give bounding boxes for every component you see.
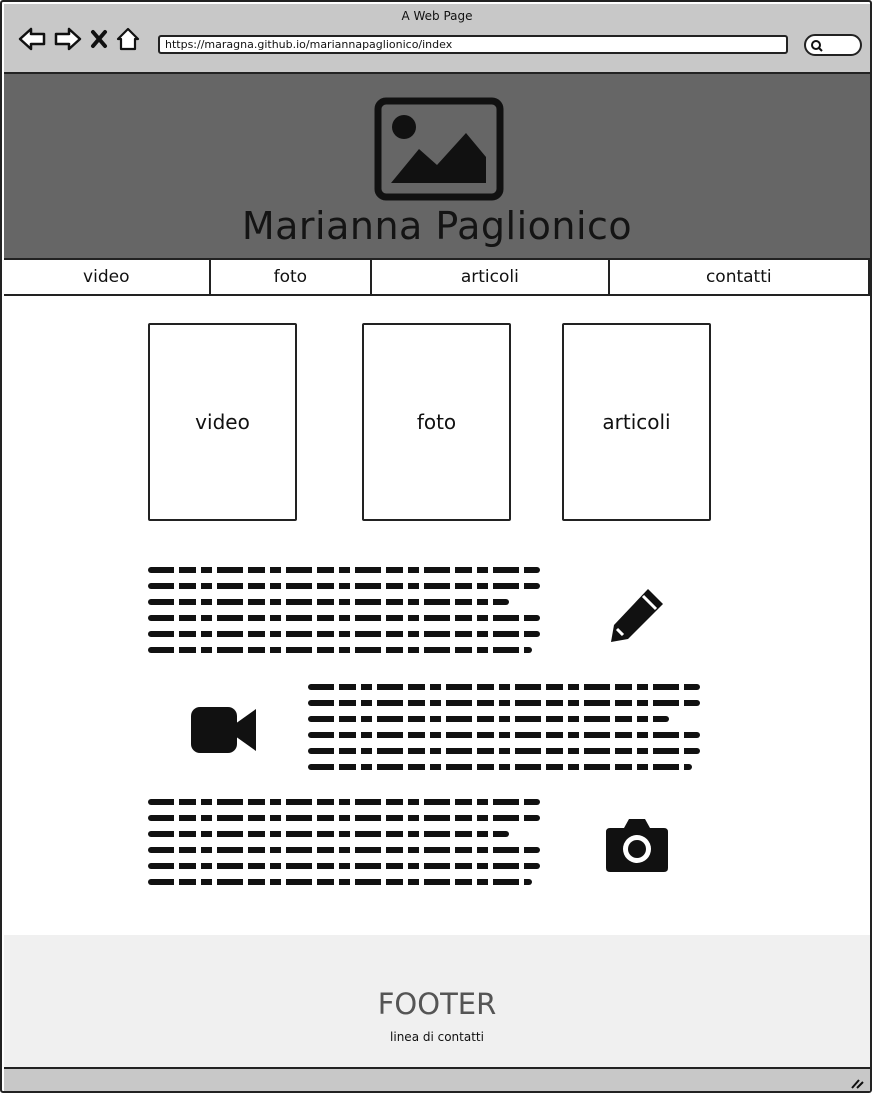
card-articoli[interactable]: articoli xyxy=(562,323,711,521)
photo-camera-icon xyxy=(604,816,670,878)
back-arrow-icon[interactable] xyxy=(18,26,46,52)
resize-grip-icon[interactable] xyxy=(850,1074,864,1093)
nav-item-video[interactable]: video xyxy=(4,260,211,294)
site-footer: FOOTER linea di contatti xyxy=(4,935,870,1067)
pencil-icon xyxy=(608,586,666,648)
home-icon[interactable] xyxy=(116,26,140,52)
status-bar xyxy=(4,1067,870,1091)
feature-text-block xyxy=(308,684,700,780)
browser-nav-buttons xyxy=(18,26,140,52)
card-foto[interactable]: foto xyxy=(362,323,511,521)
window-title: A Web Page xyxy=(401,9,473,23)
main-nav: video foto articoli contatti xyxy=(4,258,870,296)
site-header: Marianna Paglionico xyxy=(4,74,870,258)
close-icon[interactable] xyxy=(90,28,108,50)
browser-window: A Web Page https://maragna.github.io/mar… xyxy=(0,0,872,1093)
video-camera-icon xyxy=(190,705,258,759)
footer-contact-line: linea di contatti xyxy=(390,1030,484,1044)
browser-toolbar: A Web Page https://maragna.github.io/mar… xyxy=(4,4,870,74)
nav-item-contatti[interactable]: contatti xyxy=(610,260,868,294)
nav-item-foto[interactable]: foto xyxy=(211,260,373,294)
forward-arrow-icon[interactable] xyxy=(54,26,82,52)
image-placeholder-icon xyxy=(374,97,504,205)
feature-text-block xyxy=(148,567,540,663)
site-title: Marianna Paglionico xyxy=(241,204,633,248)
search-button[interactable] xyxy=(804,34,862,56)
card-video[interactable]: video xyxy=(148,323,297,521)
url-input[interactable]: https://maragna.github.io/mariannapaglio… xyxy=(158,35,788,54)
footer-title: FOOTER xyxy=(377,987,497,1021)
nav-item-articoli[interactable]: articoli xyxy=(372,260,610,294)
feature-text-block xyxy=(148,799,540,895)
